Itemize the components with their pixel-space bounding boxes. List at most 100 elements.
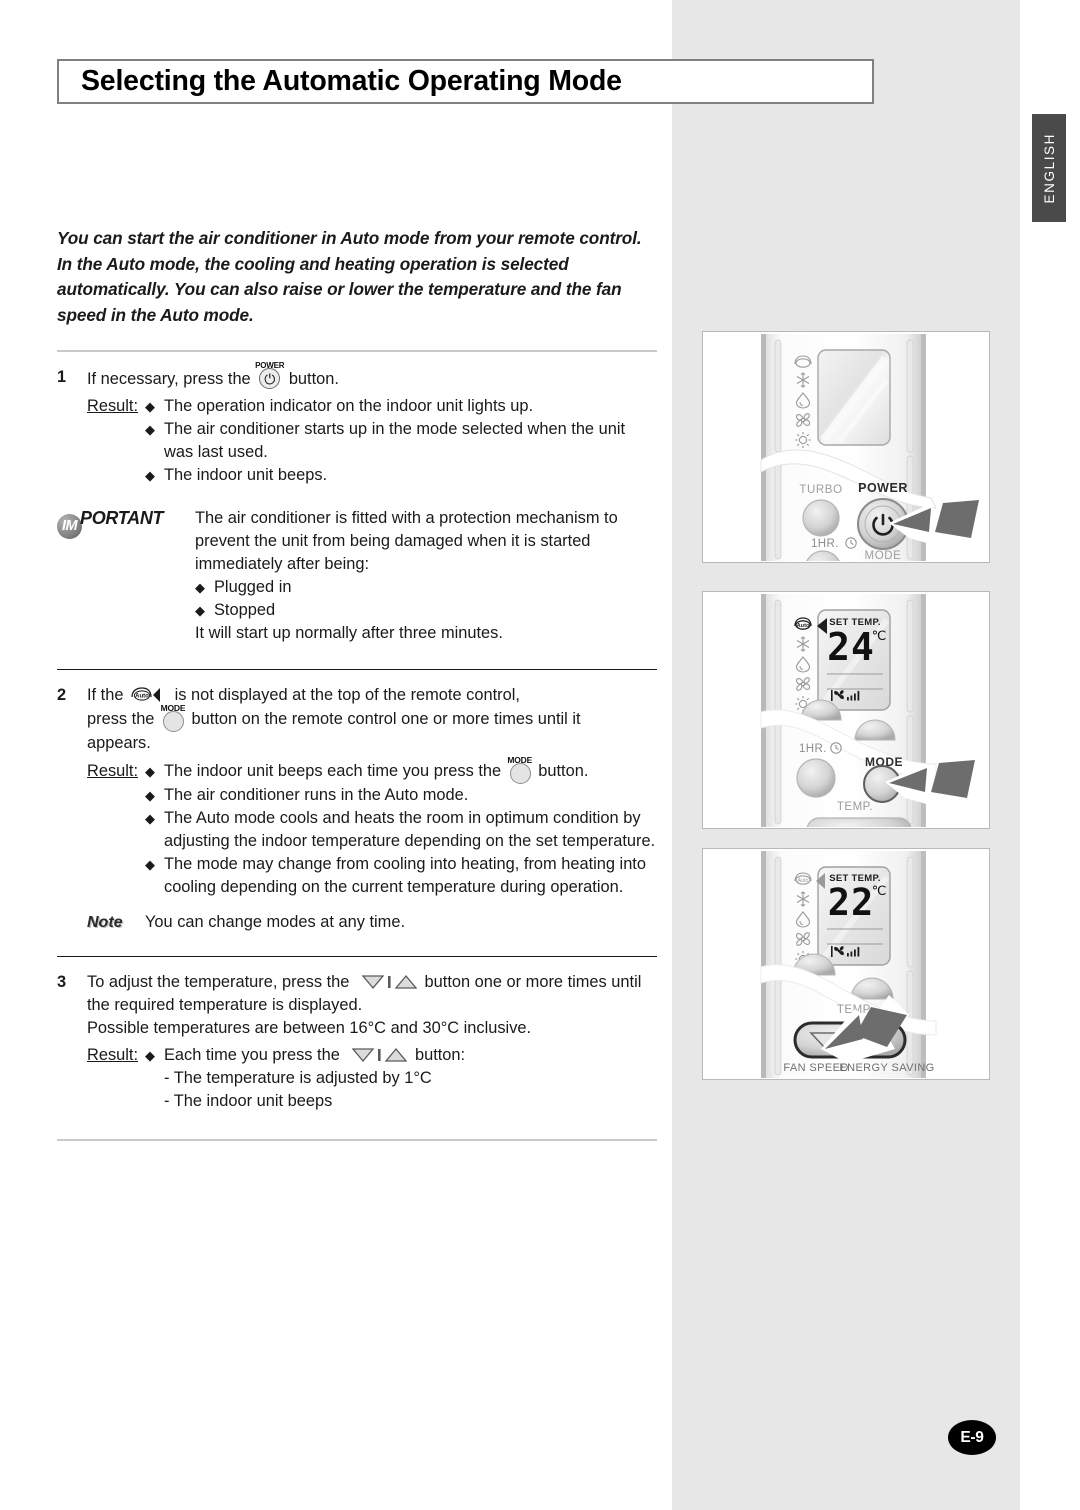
power-button-icon: POWER ⏻ — [255, 361, 285, 391]
step-2-line1-b: is not displayed at the top of the remot… — [174, 686, 520, 704]
diamond-bullet-icon: ◆ — [145, 399, 155, 414]
svg-text:TEMP.: TEMP. — [837, 801, 873, 813]
step-1-text-before: If necessary, press the — [87, 370, 251, 388]
step-3-sub-result: - The indoor unit beeps — [164, 1092, 333, 1110]
step-1-result-bullet: ◆ The indoor unit beeps. — [145, 464, 657, 487]
step-2-line2-a: press the — [87, 710, 155, 728]
step-2-block: 2 If the Auto is not displayed at the to… — [57, 684, 657, 934]
step-3-line2: the required temperature is displayed. — [87, 996, 363, 1014]
main-content-column: You can start the air conditioner in Aut… — [57, 226, 657, 1141]
language-tab-english: ENGLISH — [1032, 114, 1066, 222]
step-1-result-text: The air conditioner starts up in the mod… — [164, 420, 626, 461]
step-1-result-bullet: ◆ The air conditioner starts up in the m… — [145, 418, 657, 464]
diamond-bullet-icon: ◆ — [145, 857, 155, 872]
step-3-result: Result: ◆ Each time you press the button… — [57, 1044, 657, 1113]
page-title: Selecting the Automatic Operating Mode — [81, 65, 622, 97]
important-row: IM PORTANT The air conditioner is fitted … — [57, 507, 657, 645]
diamond-bullet-icon: ◆ — [145, 811, 155, 826]
step-2-result-bullet: ◆ The Auto mode cools and heats the room… — [145, 807, 657, 853]
step-3-result-label: Result: — [87, 1046, 139, 1064]
svg-text:TURBO: TURBO — [799, 484, 842, 496]
page-number-badge: E-9 — [948, 1420, 996, 1455]
divider-lower — [57, 956, 657, 957]
step-1-result-bullet: ◆ The operation indicator on the indoor … — [145, 395, 657, 418]
svg-text:ENERGY SAVING: ENERGY SAVING — [839, 1062, 934, 1074]
step-2-result-text: The air conditioner runs in the Auto mod… — [164, 786, 469, 804]
remote-power-button-illustration: TURBO POWER 1HR. MODE — [702, 331, 990, 563]
step-2-line1-a: If the — [87, 686, 124, 704]
important-block: IM PORTANT The air conditioner is fitted … — [57, 507, 657, 645]
svg-text:MODE: MODE — [865, 550, 902, 561]
note-label: Note — [87, 914, 123, 931]
important-badge-icon: IM — [57, 514, 82, 539]
step-2-line: 2 If the Auto is not displayed at the to… — [57, 684, 657, 755]
svg-text:1HR.: 1HR. — [811, 538, 839, 550]
step-1-result-text: The indoor unit beeps. — [164, 466, 328, 484]
step-3-line1-a: To adjust the temperature, press the — [87, 973, 350, 991]
power-button-icon-glyph: ⏻ — [264, 370, 276, 387]
mode-button-icon: MODE — [507, 755, 532, 784]
step-1-number: 1 — [57, 368, 67, 386]
important-bullet-text: Plugged in — [214, 578, 292, 596]
svg-text:Auto: Auto — [797, 878, 808, 884]
step-3-number: 3 — [57, 973, 67, 991]
step-2-result-text: The Auto mode cools and heats the room i… — [164, 809, 656, 850]
step-3-line3: Possible temperatures are between 16°C a… — [87, 1019, 532, 1037]
diamond-bullet-icon: ◆ — [145, 468, 155, 483]
note-text: You can change modes at any time. — [145, 913, 405, 931]
divider-top — [57, 350, 657, 352]
lcd-temp-unit: ℃ — [872, 628, 887, 643]
step-1-result-label: Result: — [87, 397, 139, 415]
mode-button-icon: MODE — [161, 703, 186, 732]
divider-bottom — [57, 1139, 657, 1141]
diamond-bullet-icon: ◆ — [145, 788, 155, 803]
remote-mode-button-illustration: SET TEMP. 24 ℃ Auto 1HR. MODE TEMP. — [702, 591, 990, 829]
svg-text:POWER: POWER — [858, 481, 908, 495]
divider-middle — [57, 669, 657, 670]
page-title-box: Selecting the Automatic Operating Mode — [57, 59, 874, 104]
step-2-result-bullet: ◆ The indoor unit beeps each time you pr… — [145, 755, 657, 784]
step-1-line: 1 If necessary, press the POWER ⏻ button… — [57, 361, 657, 391]
step-3-sub-result: - The temperature is adjusted by 1°C — [164, 1069, 432, 1087]
lcd-temp-value: 24 — [827, 625, 875, 669]
svg-text:Auto: Auto — [135, 694, 149, 700]
important-bullet-text: Stopped — [214, 601, 276, 619]
lcd-temp-unit: ℃ — [872, 883, 887, 898]
important-tag-rest: PORTANT — [80, 508, 164, 528]
step-2-result: Result: ◆ The indoor unit beeps each tim… — [57, 755, 657, 899]
step-3-result-text-b: button: — [414, 1046, 466, 1064]
diamond-bullet-icon: ◆ — [145, 1048, 155, 1063]
svg-text:1HR.: 1HR. — [799, 743, 827, 755]
svg-text:Auto: Auto — [797, 623, 810, 629]
step-3-result-text-a: Each time you press the — [164, 1046, 340, 1064]
step-3-line1-b: button one or more times until — [424, 973, 642, 991]
mode-button-icon-circle — [509, 763, 531, 784]
lcd-temp-value: 22 — [828, 881, 875, 924]
temp-down-up-buttons-icon — [347, 1045, 408, 1063]
step-2-line2-b: button on the remote control one or more… — [191, 710, 581, 728]
intro-paragraph: You can start the air conditioner in Aut… — [57, 228, 642, 325]
step-3-result-bullet: ◆ Each time you press the button: — [145, 1044, 657, 1067]
step-2-result-text-a: The indoor unit beeps each time you pres… — [164, 762, 502, 780]
important-bullet: ◆ Stopped — [195, 599, 657, 622]
diamond-bullet-icon: ◆ — [195, 580, 205, 595]
important-footer-text: It will start up normally after three mi… — [195, 624, 503, 642]
step-1-result: Result: ◆ The operation indicator on the… — [57, 395, 657, 487]
step-2-result-bullet: ◆ The mode may change from cooling into … — [145, 853, 657, 899]
language-tab-label: ENGLISH — [1041, 132, 1057, 204]
important-body-text: The air conditioner is fitted with a pro… — [195, 509, 618, 573]
diamond-bullet-icon: ◆ — [145, 764, 155, 779]
mode-button-icon-circle — [162, 711, 184, 732]
step-1-block: 1 If necessary, press the POWER ⏻ button… — [57, 361, 657, 487]
diamond-bullet-icon: ◆ — [145, 422, 155, 437]
step-2-line3: appears. — [87, 734, 151, 752]
important-tag: IM PORTANT — [57, 507, 195, 645]
step-1-result-text: The operation indicator on the indoor un… — [164, 397, 534, 415]
remote-temp-buttons-illustration: SET TEMP. 22 ℃ Auto FAN SPEED ENERGY SAV… — [702, 848, 990, 1080]
step-2-result-text-b: button. — [538, 762, 589, 780]
step-3-block: 3 To adjust the temperature, press the b… — [57, 971, 657, 1113]
note-row: Note You can change modes at any time. — [57, 911, 657, 934]
step-2-result-text: The mode may change from cooling into he… — [164, 855, 646, 896]
step-2-result-label: Result: — [87, 762, 139, 780]
important-bullet: ◆ Plugged in — [195, 576, 657, 599]
